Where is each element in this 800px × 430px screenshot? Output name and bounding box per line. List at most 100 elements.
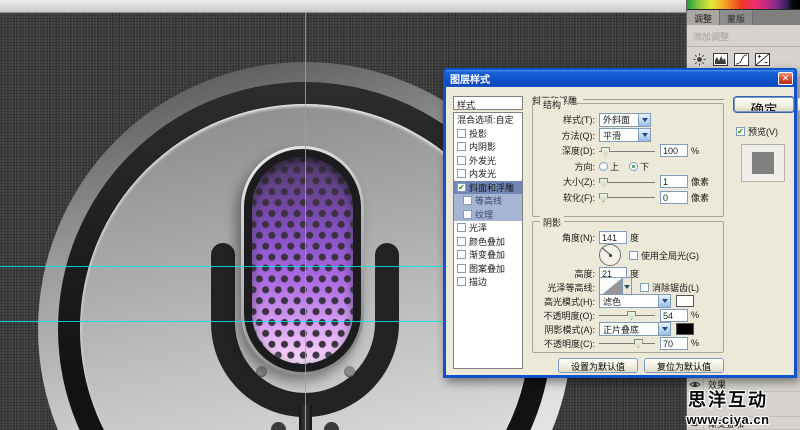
highlight-mode-select[interactable]: 滤色	[599, 294, 671, 308]
mic-purple-grill	[252, 157, 353, 364]
list-item-drop-shadow[interactable]: 投影	[454, 127, 522, 141]
chevron-down-icon[interactable]	[658, 295, 670, 307]
checkbox-checked[interactable]: ✔	[457, 183, 466, 192]
mic-base-dot-right	[324, 422, 339, 430]
angle-input[interactable]: 141	[599, 231, 627, 244]
depth-slider[interactable]	[599, 146, 655, 156]
checkbox[interactable]	[457, 156, 466, 165]
depth-row: 深度(D): 100 %	[533, 143, 723, 159]
checkbox[interactable]	[457, 264, 466, 273]
item-label: 渐变叠加	[469, 248, 505, 261]
chevron-down-icon[interactable]	[658, 323, 670, 335]
list-item-outer-glow[interactable]: 外发光	[454, 154, 522, 168]
dialog-actions: 确定 取消 新建样式(W)... ✔ 预览(V)	[734, 97, 794, 182]
altitude-label: 高度:	[537, 267, 595, 280]
cancel-button[interactable]: 取消	[797, 97, 800, 112]
guide-vertical[interactable]	[305, 13, 306, 430]
list-item-color-overlay[interactable]: 颜色叠加	[454, 235, 522, 249]
shadow-mode-row: 阴影模式(A): 正片叠底	[533, 322, 723, 336]
bevel-style-select[interactable]: 外斜面	[599, 113, 651, 127]
item-label: 投影	[469, 127, 487, 140]
depth-input[interactable]: 100	[660, 144, 688, 157]
shadow-opacity-unit: %	[691, 338, 699, 348]
exposure-icon[interactable]	[755, 53, 770, 66]
list-item-satin[interactable]: 光泽	[454, 221, 522, 235]
set-default-button[interactable]: 设置为默认值	[558, 358, 638, 373]
checkbox[interactable]	[463, 196, 472, 205]
depth-unit: %	[691, 146, 699, 156]
preview-swatch-color	[752, 152, 774, 174]
highlight-color-swatch[interactable]	[676, 295, 694, 307]
direction-up-label: 上	[610, 160, 619, 173]
antialias-checkbox[interactable]	[640, 283, 649, 292]
list-item-inner-shadow[interactable]: 内阴影	[454, 140, 522, 154]
list-item-contour[interactable]: 等高线	[454, 194, 522, 208]
dialog-titlebar[interactable]: 图层样式 ✕	[445, 70, 795, 87]
checkbox[interactable]	[457, 169, 466, 178]
list-item-texture[interactable]: 纹理	[454, 208, 522, 222]
list-item-bevel-emboss[interactable]: ✔ 斜面和浮雕	[454, 181, 522, 195]
options-bar	[0, 0, 687, 13]
tab-masks[interactable]: 蒙版	[720, 10, 753, 25]
gloss-contour-row: 光泽等高线: 消除锯齿(L)	[533, 280, 723, 294]
list-item-inner-glow[interactable]: 内发光	[454, 167, 522, 181]
checkbox[interactable]	[457, 250, 466, 259]
structure-group: 结构 样式(T): 外斜面 方法(Q): 平滑	[532, 103, 724, 217]
styles-header[interactable]: 样式	[453, 96, 523, 110]
adjustment-icons-row	[687, 47, 800, 66]
checkbox[interactable]	[457, 237, 466, 246]
mic-screw-left	[256, 366, 267, 377]
shadow-opacity-row: 不透明度(C): 70 %	[533, 336, 723, 350]
list-item-pattern-overlay[interactable]: 图案叠加	[454, 262, 522, 276]
checkbox[interactable]	[457, 223, 466, 232]
curves-icon[interactable]	[734, 53, 749, 66]
size-label: 大小(Z):	[537, 175, 595, 188]
direction-label: 方向:	[537, 160, 595, 173]
technique-select[interactable]: 平滑	[599, 128, 651, 142]
close-icon[interactable]: ✕	[778, 72, 793, 85]
watermark-url: www.ciya.cn	[666, 412, 790, 427]
list-item-gradient-overlay[interactable]: 渐变叠加	[454, 248, 522, 262]
shadow-opacity-slider[interactable]	[599, 338, 655, 348]
soften-input[interactable]: 0	[660, 191, 688, 204]
blending-options-label: 混合选项:自定	[457, 113, 514, 126]
preview-row: ✔ 预览(V)	[736, 125, 794, 138]
angle-dial[interactable]	[599, 244, 621, 266]
tab-adjustments[interactable]: 调整	[687, 10, 720, 25]
direction-row: 方向: 上 下	[533, 159, 723, 175]
highlight-opacity-slider[interactable]	[599, 310, 655, 320]
shadow-opacity-input[interactable]: 70	[660, 337, 688, 350]
list-item-blending-options[interactable]: 混合选项:自定	[454, 113, 522, 127]
brightness-contrast-icon[interactable]	[692, 53, 707, 66]
preview-swatch	[741, 144, 785, 182]
reset-default-button[interactable]: 复位为默认值	[644, 358, 724, 373]
shadow-mode-select[interactable]: 正片叠底	[599, 322, 671, 336]
levels-icon[interactable]	[713, 53, 728, 66]
checkbox[interactable]	[463, 210, 472, 219]
chevron-down-icon[interactable]	[638, 129, 650, 141]
highlight-opacity-input[interactable]: 54	[660, 309, 688, 322]
size-slider[interactable]	[599, 177, 655, 187]
direction-down-radio[interactable]	[629, 162, 638, 171]
chevron-down-icon[interactable]	[638, 114, 650, 126]
mic-base-dot-left	[271, 422, 286, 430]
shadow-color-swatch[interactable]	[676, 323, 694, 335]
list-item-stroke[interactable]: 描边	[454, 275, 522, 289]
global-light-label: 使用全局光(G)	[641, 249, 699, 262]
direction-up-radio[interactable]	[599, 162, 608, 171]
checkbox[interactable]	[457, 129, 466, 138]
watermark-title: 思洋互动	[666, 386, 790, 412]
highlight-opacity-label: 不透明度(O):	[537, 309, 595, 322]
shading-group-label: 阴影	[540, 216, 564, 229]
shading-group: 阴影 角度(N): 141 度 使用全局光(G)	[532, 221, 724, 353]
checkbox[interactable]	[457, 142, 466, 151]
preview-checkbox[interactable]: ✔	[736, 127, 745, 136]
dialog-title: 图层样式	[450, 71, 490, 86]
soften-slider[interactable]	[599, 192, 655, 202]
highlight-opacity-unit: %	[691, 310, 699, 320]
size-input[interactable]: 1	[660, 175, 688, 188]
ok-button[interactable]: 确定	[734, 97, 794, 112]
checkbox[interactable]	[457, 277, 466, 286]
color-ramp[interactable]	[687, 0, 800, 10]
global-light-checkbox[interactable]	[629, 251, 638, 260]
